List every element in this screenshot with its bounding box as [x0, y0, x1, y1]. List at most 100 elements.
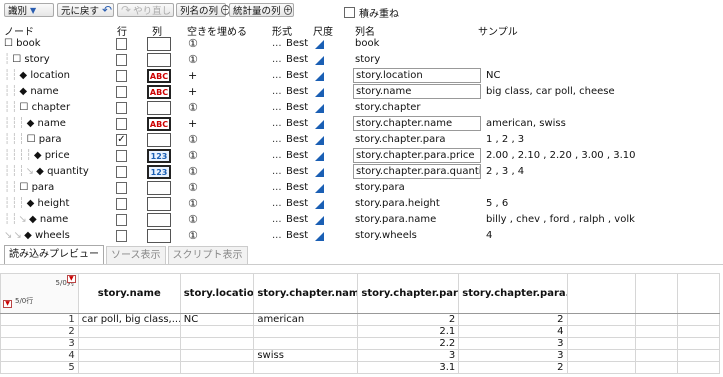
- column-type-icon[interactable]: [147, 229, 171, 243]
- column-type-icon[interactable]: ABC: [147, 117, 171, 131]
- fill-option[interactable]: ①: [188, 100, 198, 116]
- tree-node[interactable]: ↘ ↘ ◆ wheels: [4, 228, 70, 244]
- column-type-icon[interactable]: [147, 181, 171, 195]
- stats-column-button[interactable]: 統計量の列 +: [229, 3, 294, 17]
- tree-node[interactable]: ┆ ┆ ┆ ◆ name: [4, 116, 66, 132]
- column-name-field[interactable]: story.location: [353, 68, 481, 83]
- format-menu[interactable]: ...: [272, 52, 282, 68]
- tree-node-row[interactable]: ┆ ┆ ┆ ◆ height ①... Best story.para.height 5…: [0, 196, 723, 212]
- measure-icon[interactable]: [315, 40, 324, 49]
- fill-option[interactable]: ①: [188, 228, 198, 244]
- format-menu[interactable]: ...: [272, 84, 282, 100]
- column-header[interactable]: story.location: [179, 273, 255, 314]
- column-header[interactable]: story.chapter.name: [253, 273, 359, 314]
- tree-node-row[interactable]: ┆ ☐ story ①... Best story: [0, 52, 723, 68]
- tree-node-row[interactable]: ┆ ┆ ↘ ◆ name ①... Best story.para.name billy…: [0, 212, 723, 228]
- fill-option[interactable]: ①: [188, 164, 198, 180]
- format-menu[interactable]: ...: [272, 148, 282, 164]
- tree-node[interactable]: ┆ ┆ ┆ ┆ ◆ price: [4, 148, 70, 164]
- tree-node-row[interactable]: ☐ book ①... Best book: [0, 36, 723, 52]
- stack-checkbox[interactable]: [344, 7, 355, 18]
- format-menu[interactable]: ...: [272, 228, 282, 244]
- fill-option[interactable]: ①: [188, 212, 198, 228]
- format-menu[interactable]: ...: [272, 100, 282, 116]
- fill-option[interactable]: ①: [188, 148, 198, 164]
- format-menu[interactable]: ...: [272, 116, 282, 132]
- row-checkbox[interactable]: [116, 86, 127, 98]
- column-type-icon[interactable]: [147, 197, 171, 211]
- column-name-field[interactable]: story.name: [353, 84, 481, 99]
- format-menu[interactable]: ...: [272, 212, 282, 228]
- stack-option[interactable]: 積み重ね: [344, 5, 399, 20]
- row-checkbox[interactable]: [116, 70, 127, 82]
- tree-node[interactable]: ┆ ┆ ☐ para: [4, 180, 54, 196]
- fill-option[interactable]: +: [188, 68, 197, 84]
- tree-node-row[interactable]: ┆ ┆ ◆ name ABC +... Best story.name big class…: [0, 84, 723, 100]
- tree-node-row[interactable]: ↘ ↘ ◆ wheels ①... Best story.wheels 4: [0, 228, 723, 244]
- column-type-icon[interactable]: ABC: [147, 85, 171, 99]
- undo-button[interactable]: 元に戻す ↶: [57, 3, 114, 17]
- row-menu-icon[interactable]: ▼: [3, 300, 12, 308]
- column-type-icon[interactable]: ABC: [147, 69, 171, 83]
- column-menu-icon[interactable]: ▼: [66, 275, 76, 283]
- format-menu[interactable]: ...: [272, 36, 282, 52]
- measure-icon[interactable]: [315, 104, 324, 113]
- format-menu[interactable]: ...: [272, 164, 282, 180]
- fill-option[interactable]: ①: [188, 180, 198, 196]
- row-checkbox[interactable]: [116, 166, 127, 178]
- tree-node[interactable]: ┆ ┆ ☐ chapter: [4, 100, 70, 116]
- tree-node[interactable]: ☐ book: [4, 36, 41, 52]
- measure-icon[interactable]: [315, 56, 324, 65]
- measure-icon[interactable]: [315, 136, 324, 145]
- tab-source-view[interactable]: ソース表示: [106, 246, 166, 264]
- column-header[interactable]: story.chapter.para.quantity: [458, 273, 568, 314]
- names-column-button[interactable]: 列名の列 −: [176, 3, 230, 17]
- tree-node[interactable]: ┆ ┆ ┆ ↘ ◆ quantity: [4, 164, 89, 180]
- tree-node[interactable]: ┆ ☐ story: [4, 52, 50, 68]
- column-name-field[interactable]: story.chapter.para.quantity: [353, 164, 481, 179]
- fill-option[interactable]: +: [188, 84, 197, 100]
- row-checkbox[interactable]: [116, 150, 127, 162]
- identify-dropdown[interactable]: 識別 ▼: [4, 3, 54, 17]
- column-type-icon[interactable]: 123: [147, 165, 171, 179]
- row-checkbox[interactable]: [116, 214, 127, 226]
- redo-button[interactable]: ↷ やり直し: [117, 3, 174, 17]
- column-header[interactable]: story.name: [77, 273, 181, 314]
- tree-node-row[interactable]: ┆ ┆ ┆ ◆ name ABC +... Best story.chapter.nam…: [0, 116, 723, 132]
- tab-script-view[interactable]: スクリプト表示: [167, 246, 248, 264]
- row-checkbox[interactable]: ✓: [116, 134, 127, 146]
- tab-import-preview[interactable]: 読み込みプレビュー: [4, 245, 104, 264]
- row-checkbox[interactable]: [116, 38, 127, 50]
- row-checkbox[interactable]: [116, 182, 127, 194]
- column-name-field[interactable]: story.chapter.para.price: [353, 148, 481, 163]
- measure-icon[interactable]: [315, 232, 324, 241]
- tree-node[interactable]: ┆ ┆ ◆ name: [4, 84, 59, 100]
- format-menu[interactable]: ...: [272, 196, 282, 212]
- measure-icon[interactable]: [315, 200, 324, 209]
- row-checkbox[interactable]: [116, 118, 127, 130]
- fill-option[interactable]: ①: [188, 132, 198, 148]
- tree-node[interactable]: ┆ ┆ ┆ ☐ para: [4, 132, 61, 148]
- tree-node-row[interactable]: ┆ ┆ ☐ chapter ①... Best story.chapter: [0, 100, 723, 116]
- column-type-icon[interactable]: [147, 53, 171, 67]
- format-menu[interactable]: ...: [272, 68, 282, 84]
- row-checkbox[interactable]: [116, 54, 127, 66]
- measure-icon[interactable]: [315, 88, 324, 97]
- measure-icon[interactable]: [315, 216, 324, 225]
- column-type-icon[interactable]: [147, 133, 171, 147]
- column-name-field[interactable]: story.chapter.name: [353, 116, 481, 131]
- tree-node[interactable]: ┆ ┆ ↘ ◆ name: [4, 212, 68, 228]
- tree-node-row[interactable]: ┆ ┆ ┆ ☐ para ✓ ①... Best story.chapter.para 1…: [0, 132, 723, 148]
- row-checkbox[interactable]: [116, 198, 127, 210]
- fill-option[interactable]: ①: [188, 196, 198, 212]
- fill-option[interactable]: ①: [188, 36, 198, 52]
- column-type-icon[interactable]: [147, 213, 171, 227]
- tree-node-row[interactable]: ┆ ┆ ┆ ┆ ◆ price 123 ①... Best story.chapter.…: [0, 148, 723, 164]
- row-checkbox[interactable]: [116, 230, 127, 242]
- format-menu[interactable]: ...: [272, 180, 282, 196]
- format-menu[interactable]: ...: [272, 132, 282, 148]
- column-type-icon[interactable]: [147, 101, 171, 115]
- measure-icon[interactable]: [315, 184, 324, 193]
- tree-node[interactable]: ┆ ┆ ┆ ◆ height: [4, 196, 69, 212]
- tree-node[interactable]: ┆ ┆ ◆ location: [4, 68, 70, 84]
